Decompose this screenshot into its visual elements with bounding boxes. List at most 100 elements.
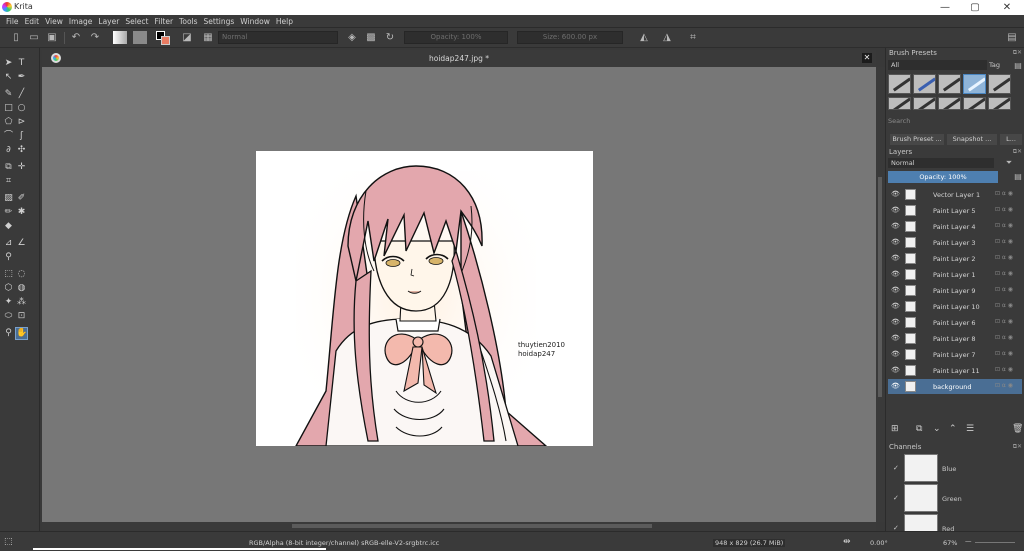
vertical-scrollbar[interactable]: [876, 67, 885, 522]
polygon-tool-icon[interactable]: ⬠: [3, 117, 14, 128]
menu-select[interactable]: Select: [122, 15, 151, 28]
brush-preset-thumb[interactable]: [988, 74, 1011, 94]
layer-row[interactable]: 👁 Paint Layer 5 ⊡ ⍺ ◉: [888, 203, 1022, 218]
layer-lock-icons[interactable]: ⊡ ⍺ ◉: [995, 222, 1013, 229]
layer-row[interactable]: 👁 Paint Layer 6 ⊡ ⍺ ◉: [888, 315, 1022, 330]
layers-docker-controls-icon[interactable]: ⧉✕: [1010, 148, 1022, 156]
layer-row[interactable]: 👁 Paint Layer 3 ⊡ ⍺ ◉: [888, 235, 1022, 250]
move-layer-down-icon[interactable]: ⌄: [933, 424, 941, 434]
document-canvas[interactable]: thuytien2010 hoidap247: [256, 151, 593, 446]
move-layer-up-icon[interactable]: ⌃: [949, 424, 957, 434]
tab-brush-presets[interactable]: Brush Preset ...: [890, 134, 944, 145]
new-document-icon[interactable]: ▯: [10, 31, 22, 44]
rectangle-tool-icon[interactable]: □: [3, 103, 14, 114]
menu-settings[interactable]: Settings: [201, 15, 238, 28]
magnetic-selection-tool-icon[interactable]: ⊡: [16, 311, 27, 322]
color-picker-tool-icon[interactable]: ✐: [16, 193, 27, 204]
menu-tools[interactable]: Tools: [176, 15, 200, 28]
line-tool-icon[interactable]: ╱: [16, 89, 27, 100]
reference-image-tool-icon[interactable]: ⚲: [3, 252, 14, 263]
layer-row[interactable]: 👁 Paint Layer 10 ⊡ ⍺ ◉: [888, 299, 1022, 314]
add-layer-icon[interactable]: ⊞: [891, 424, 899, 434]
crop-icon[interactable]: ⌗: [686, 31, 700, 44]
visibility-eye-icon[interactable]: 👁: [891, 223, 900, 230]
calligraphy-tool-icon[interactable]: ✒: [16, 72, 27, 83]
layer-row[interactable]: 👁 background ⊡ ⍺ ◉: [888, 379, 1022, 394]
opacity-slider[interactable]: Opacity: 100%: [404, 31, 508, 44]
text-tool-icon[interactable]: T: [16, 58, 27, 69]
menu-layer[interactable]: Layer: [95, 15, 122, 28]
layer-lock-icons[interactable]: ⊡ ⍺ ◉: [995, 206, 1013, 213]
freehand-selection-tool-icon[interactable]: ◍: [16, 283, 27, 294]
layer-row[interactable]: 👁 Paint Layer 7 ⊡ ⍺ ◉: [888, 347, 1022, 362]
brush-preset-thumb[interactable]: [913, 97, 936, 110]
brush-size-slider[interactable]: Size: 600.00 px: [517, 31, 623, 44]
brush-preset-thumb[interactable]: [963, 97, 986, 110]
transform-tool-icon[interactable]: ⧉: [3, 162, 14, 173]
fg-bg-color-icon[interactable]: [156, 31, 171, 45]
layer-lock-icons[interactable]: ⊡ ⍺ ◉: [995, 238, 1013, 245]
visibility-eye-icon[interactable]: 👁: [891, 383, 900, 390]
crop-tool-icon[interactable]: ⌗: [3, 176, 14, 187]
layer-row[interactable]: 👁 Vector Layer 1 ⊡ ⍺ ◉: [888, 187, 1022, 202]
horizontal-scroll-thumb[interactable]: [292, 524, 652, 528]
similar-color-selection-tool-icon[interactable]: ⁂: [16, 297, 27, 308]
mirror-vertical-icon[interactable]: ◮: [659, 31, 675, 44]
gradient-swatch[interactable]: [113, 31, 127, 44]
layer-row[interactable]: 👁 Paint Layer 4 ⊡ ⍺ ◉: [888, 219, 1022, 234]
bezier-selection-tool-icon[interactable]: ⬭: [3, 311, 14, 322]
brush-status-icon[interactable]: ⬚: [4, 537, 13, 547]
elliptical-selection-tool-icon[interactable]: ◌: [16, 269, 27, 280]
layer-view-icon[interactable]: ▤: [1012, 170, 1024, 183]
channel-row[interactable]: ✓ Blue: [888, 453, 1022, 483]
layer-opacity-slider[interactable]: Opacity: 100%: [888, 171, 998, 183]
smart-patch-tool-icon[interactable]: ✱: [16, 207, 27, 218]
minimize-button[interactable]: —: [930, 0, 960, 15]
docker-controls-icon[interactable]: ⧉✕: [1010, 49, 1022, 57]
layer-row[interactable]: 👁 Paint Layer 2 ⊡ ⍺ ◉: [888, 251, 1022, 266]
colorize-mask-tool-icon[interactable]: ✏: [3, 207, 14, 218]
preset-view-icon[interactable]: ▤: [1013, 59, 1023, 72]
fill-tool-icon[interactable]: ◆: [3, 221, 14, 232]
freehand-brush-tool-icon[interactable]: ✎: [3, 89, 14, 100]
layer-lock-icons[interactable]: ⊡ ⍺ ◉: [995, 318, 1013, 325]
maximize-button[interactable]: ▢: [960, 0, 990, 15]
brush-preset-thumb[interactable]: [988, 97, 1011, 110]
redo-icon[interactable]: ↷: [89, 31, 101, 44]
bezier-tool-icon[interactable]: ⌒: [3, 131, 14, 142]
visibility-eye-icon[interactable]: 👁: [891, 239, 900, 246]
save-icon[interactable]: ▣: [46, 31, 58, 44]
edit-shapes-tool-icon[interactable]: ↖: [3, 72, 14, 83]
pattern-swatch[interactable]: [133, 31, 147, 44]
zoom-tool-icon[interactable]: ⚲: [3, 328, 14, 339]
duplicate-layer-icon[interactable]: ⧉: [916, 424, 922, 434]
visibility-eye-icon[interactable]: 👁: [891, 287, 900, 294]
brush-preset-thumb[interactable]: [938, 97, 961, 110]
blend-mode-select[interactable]: Normal: [218, 31, 338, 44]
tag-button[interactable]: Tag: [989, 60, 1011, 70]
rectangular-selection-tool-icon[interactable]: ⬚: [3, 269, 14, 280]
visibility-eye-icon[interactable]: 👁: [891, 367, 900, 374]
brush-presets-icon[interactable]: ▦: [201, 31, 215, 44]
layer-lock-icons[interactable]: ⊡ ⍺ ◉: [995, 190, 1013, 197]
brush-preset-thumb-selected[interactable]: [963, 74, 986, 94]
mirror-horizontal-icon[interactable]: ◭: [636, 31, 652, 44]
visibility-eye-icon[interactable]: 👁: [891, 255, 900, 262]
select-shapes-tool-icon[interactable]: ➤: [3, 58, 14, 69]
layer-properties-icon[interactable]: ☰: [966, 424, 974, 434]
horizontal-scrollbar[interactable]: [42, 522, 876, 531]
layer-row[interactable]: 👁 Paint Layer 1 ⊡ ⍺ ◉: [888, 267, 1022, 282]
visibility-eye-icon[interactable]: 👁: [891, 207, 900, 214]
reload-preset-icon[interactable]: ↻: [384, 31, 396, 44]
menu-help[interactable]: Help: [273, 15, 296, 28]
layer-lock-icons[interactable]: ⊡ ⍺ ◉: [995, 350, 1013, 357]
layer-lock-icons[interactable]: ⊡ ⍺ ◉: [995, 270, 1013, 277]
layer-filter-icon[interactable]: ⏷: [999, 156, 1019, 169]
visibility-eye-icon[interactable]: 👁: [891, 191, 900, 198]
visibility-eye-icon[interactable]: 👁: [891, 335, 900, 342]
vertical-scroll-thumb[interactable]: [878, 177, 882, 397]
brush-editor-icon[interactable]: ◪: [180, 31, 194, 44]
polygonal-selection-tool-icon[interactable]: ⬡: [3, 283, 14, 294]
layer-row[interactable]: 👁 Paint Layer 9 ⊡ ⍺ ◉: [888, 283, 1022, 298]
rotation-icon[interactable]: ⇹: [843, 537, 851, 547]
